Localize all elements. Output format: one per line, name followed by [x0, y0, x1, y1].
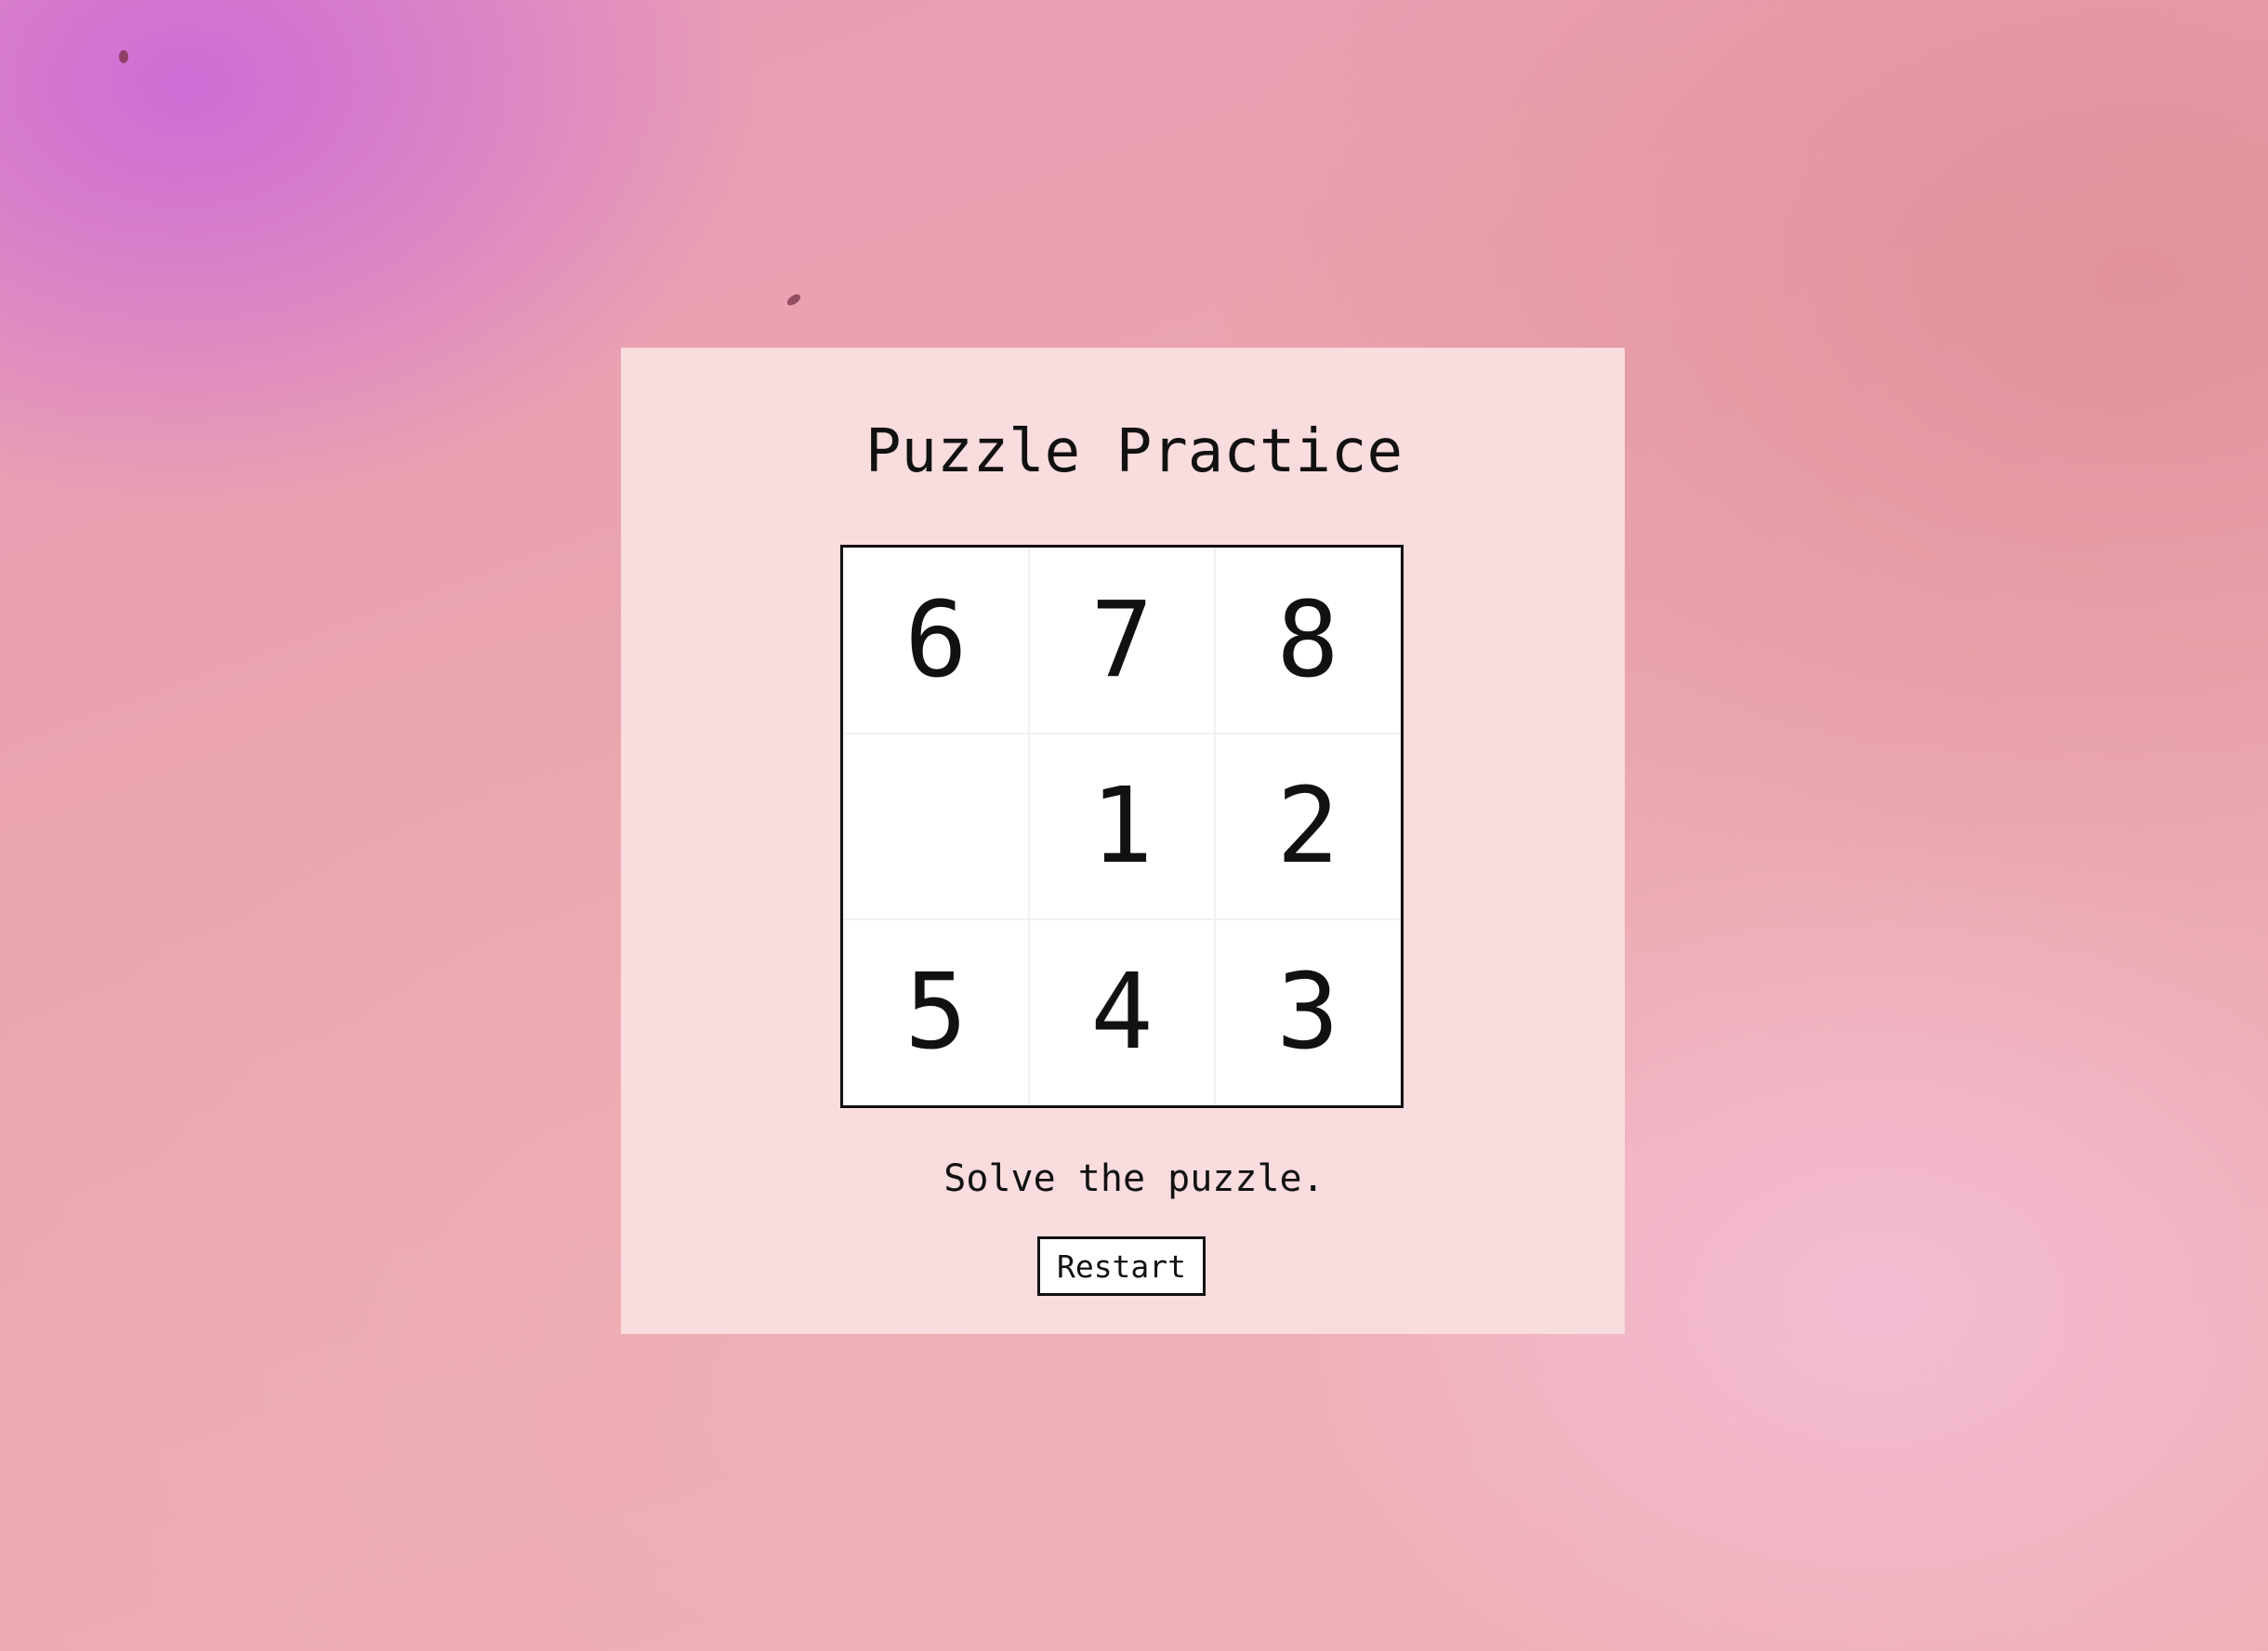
restart-button[interactable]: Restart	[1037, 1236, 1206, 1296]
puzzle-tile[interactable]: 8	[1215, 548, 1401, 733]
puzzle-tile[interactable]: 6	[843, 548, 1029, 733]
empty-tile	[843, 733, 1029, 919]
puzzle-tile[interactable]: 1	[1029, 733, 1215, 919]
puzzle-tile[interactable]: 7	[1029, 548, 1215, 733]
status-message: Solve the puzzle.	[943, 1157, 1325, 1200]
puzzle-tile[interactable]: 4	[1029, 919, 1215, 1105]
puzzle-board: 6 7 8 1 2 5 4 3	[840, 545, 1404, 1108]
background-speck	[785, 292, 803, 308]
puzzle-tile[interactable]: 2	[1215, 733, 1401, 919]
game-title: Puzzle Practice	[865, 417, 1403, 486]
puzzle-tile[interactable]: 3	[1215, 919, 1401, 1105]
puzzle-tile[interactable]: 5	[843, 919, 1029, 1105]
background-speck	[119, 50, 128, 63]
